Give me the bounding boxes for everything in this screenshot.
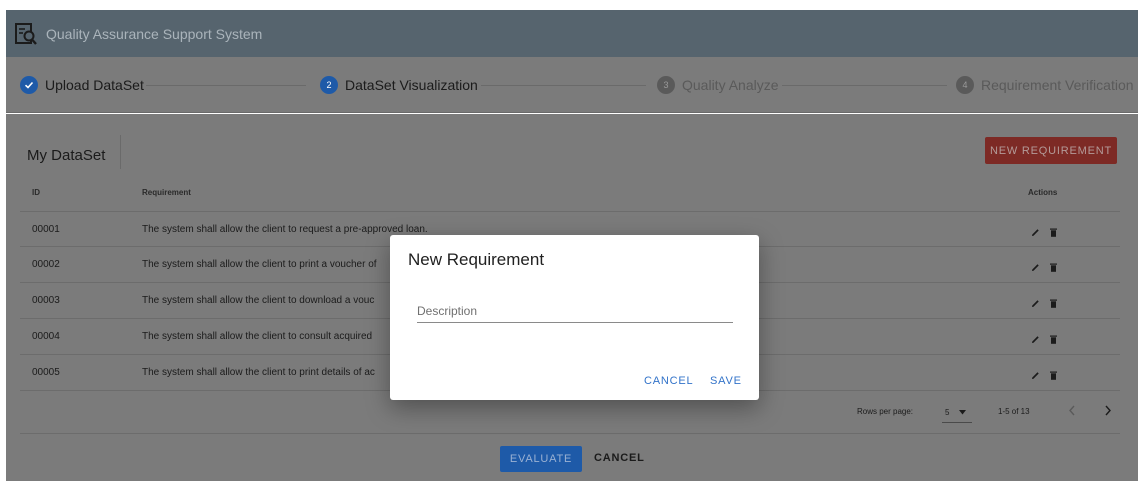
new-requirement-button[interactable]: NEW REQUIREMENT <box>985 137 1117 164</box>
dataset-title: My DataSet <box>27 147 106 164</box>
step-connector <box>782 85 947 86</box>
description-input[interactable] <box>417 300 733 322</box>
step-upload-dataset[interactable]: Upload DataSet <box>20 57 144 113</box>
edit-icon[interactable] <box>1031 295 1040 313</box>
step-label: Quality Analyze <box>682 77 779 93</box>
step-quality-analyze[interactable]: 3 Quality Analyze <box>657 57 779 113</box>
dialog-cancel-button[interactable]: CANCEL <box>644 375 693 387</box>
row-id: 00002 <box>32 259 60 270</box>
delete-icon[interactable] <box>1050 295 1057 313</box>
column-header-actions: Actions <box>1028 188 1058 197</box>
stepper: Upload DataSet 2 DataSet Visualization 3… <box>6 57 1138 113</box>
step-connector <box>481 85 646 86</box>
delete-icon[interactable] <box>1050 224 1057 242</box>
cancel-button[interactable]: CANCEL <box>594 452 645 464</box>
row-requirement: The system shall allow the client to req… <box>142 224 428 235</box>
row-requirement: The system shall allow the client to dow… <box>142 295 375 306</box>
step-number-badge: 2 <box>320 76 338 94</box>
pagination-range: 1-5 of 13 <box>998 407 1030 416</box>
column-header-id[interactable]: ID <box>32 188 40 197</box>
new-requirement-dialog: New Requirement Description CANCEL SAVE <box>390 235 759 400</box>
rows-per-page-select[interactable]: 5 <box>942 403 972 423</box>
delete-icon[interactable] <box>1050 331 1057 349</box>
edit-icon[interactable] <box>1031 331 1040 349</box>
row-requirement: The system shall allow the client to pri… <box>142 367 375 378</box>
delete-icon[interactable] <box>1050 259 1057 277</box>
description-underline <box>417 322 733 323</box>
actions-divider <box>20 433 1120 434</box>
document-search-icon <box>15 22 37 45</box>
edit-icon[interactable] <box>1031 367 1040 385</box>
step-dataset-visualization[interactable]: 2 DataSet Visualization <box>320 57 478 113</box>
step-number-badge: 3 <box>657 76 675 94</box>
row-id: 00005 <box>32 367 60 378</box>
edit-icon[interactable] <box>1031 259 1040 277</box>
delete-icon[interactable] <box>1050 367 1057 385</box>
row-id: 00004 <box>32 331 60 342</box>
step-label: Upload DataSet <box>45 77 144 93</box>
caret-down-icon <box>959 408 967 417</box>
row-id: 00003 <box>32 295 60 306</box>
step-requirement-verification[interactable]: 4 Requirement Verification <box>956 57 1134 113</box>
rows-per-page-value: 5 <box>945 408 950 417</box>
step-label: Requirement Verification <box>981 77 1134 93</box>
column-header-requirement[interactable]: Requirement <box>142 188 191 197</box>
step-label: DataSet Visualization <box>345 77 478 93</box>
step-number-badge: 4 <box>956 76 974 94</box>
next-page-icon[interactable] <box>1104 405 1112 418</box>
row-requirement: The system shall allow the client to con… <box>142 331 373 342</box>
title-divider <box>120 135 121 169</box>
dialog-title: New Requirement <box>408 250 545 269</box>
check-circle-icon <box>20 76 38 94</box>
dialog-save-button[interactable]: SAVE <box>710 375 742 387</box>
evaluate-button[interactable]: EVALUATE <box>500 446 582 472</box>
row-id: 00001 <box>32 224 60 235</box>
app-title: Quality Assurance Support System <box>46 25 263 42</box>
rows-per-page-label: Rows per page: <box>857 407 914 416</box>
app-bar: Quality Assurance Support System <box>6 10 1138 57</box>
previous-page-icon[interactable] <box>1068 405 1076 418</box>
row-requirement: The system shall allow the client to pri… <box>142 259 377 270</box>
step-connector <box>146 85 306 86</box>
edit-icon[interactable] <box>1031 224 1040 242</box>
